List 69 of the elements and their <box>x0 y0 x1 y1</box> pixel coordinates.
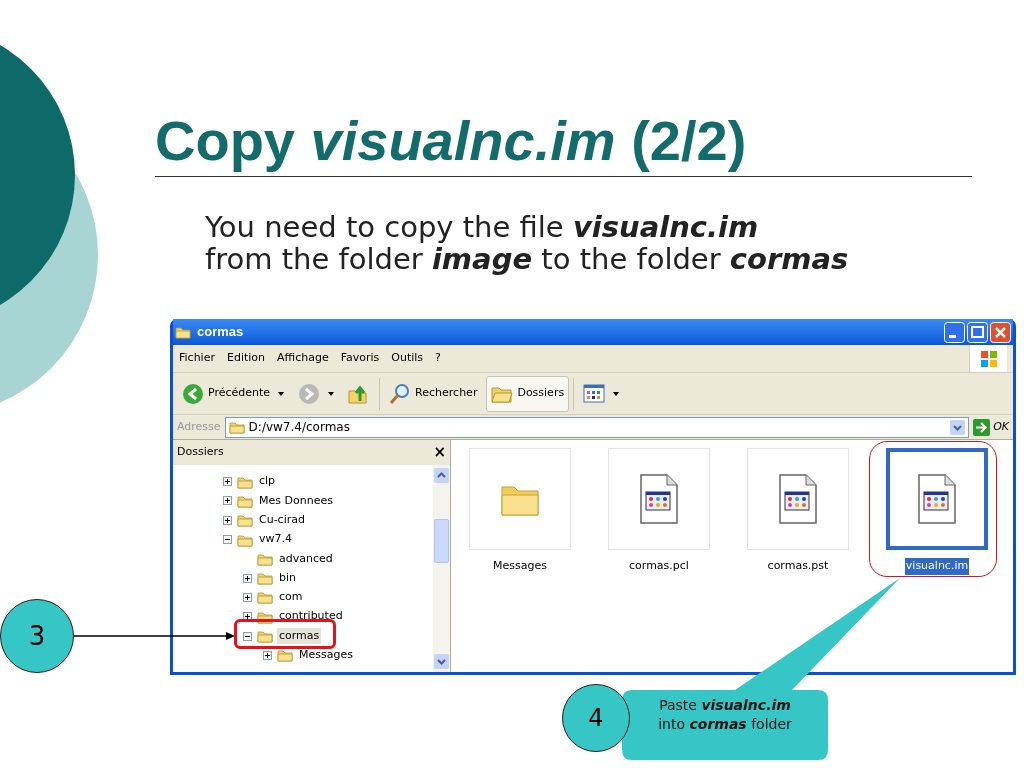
maximize-icon[interactable] <box>967 321 988 343</box>
document-icon <box>778 474 818 524</box>
caret-icon <box>613 391 620 396</box>
tree-item[interactable]: cormas <box>277 627 322 645</box>
expand-icon[interactable] <box>223 515 232 525</box>
expand-icon[interactable] <box>243 612 252 622</box>
scroll-down-icon[interactable] <box>434 654 449 669</box>
file-name[interactable]: visualnc.im <box>904 558 970 575</box>
tree-item[interactable]: Mes Donnees <box>257 492 335 510</box>
tree-item[interactable]: bin <box>277 569 298 587</box>
folder-icon <box>237 512 254 529</box>
folder-icon <box>257 589 274 606</box>
close-pane-button[interactable]: × <box>433 445 446 460</box>
document-icon <box>917 474 957 524</box>
file-name[interactable]: Messages <box>492 558 548 575</box>
tree-item[interactable]: clp <box>257 473 278 490</box>
tree-item[interactable]: Messages <box>297 647 355 664</box>
expand-icon[interactable] <box>243 573 252 583</box>
back-button[interactable]: Précédente <box>177 375 290 412</box>
go-button[interactable]: OK <box>973 418 1009 436</box>
close-icon[interactable] <box>990 321 1011 343</box>
dropdown-icon <box>950 419 966 435</box>
menu-item[interactable]: Affichage <box>277 350 329 367</box>
tree-item[interactable]: Cu-cirad <box>257 512 307 529</box>
document-icon <box>639 474 679 524</box>
file-name[interactable]: cormas.pcl <box>628 558 690 575</box>
expand-icon[interactable] <box>223 477 232 487</box>
instruction-text: You need to copy the file visualnc.im from the folder image to the folder cormas <box>205 211 850 275</box>
file-name[interactable]: cormas.pst <box>766 558 830 575</box>
folder-icon <box>257 570 274 587</box>
address-field[interactable]: D:/vw7.4/cormas <box>224 416 970 438</box>
pane-title: Dossiers <box>177 444 224 461</box>
tree-item[interactable]: contributed <box>277 608 345 625</box>
scroll-up-icon[interactable] <box>434 468 449 483</box>
folder-icon <box>277 647 294 664</box>
folder-icon <box>257 628 274 644</box>
expand-icon[interactable] <box>263 650 272 660</box>
scroll-thumb[interactable] <box>434 519 449 563</box>
folder-icon <box>228 419 245 435</box>
collapse-icon[interactable] <box>223 535 232 545</box>
file-thumbnail[interactable] <box>886 448 988 550</box>
arrow-right-icon <box>973 418 991 436</box>
menu-item[interactable]: ? <box>435 350 441 367</box>
folder-icon <box>175 324 191 340</box>
menu-item[interactable]: Fichier <box>179 350 215 367</box>
expand-icon[interactable] <box>223 496 232 506</box>
step-number: 4 <box>562 684 630 752</box>
collapse-icon[interactable] <box>243 631 252 641</box>
windows-flag-icon <box>979 349 998 368</box>
tree-item[interactable]: vw7.4 <box>257 531 294 548</box>
views-grid-icon <box>583 382 606 405</box>
caret-icon <box>328 391 335 396</box>
menu-item[interactable]: Outils <box>391 350 424 367</box>
menu-item[interactable]: Edition <box>226 350 265 367</box>
callout-text: Paste visualnc.im into cormas folder <box>657 696 793 734</box>
tree-item[interactable]: com <box>277 589 305 606</box>
step-number: 3 <box>0 599 74 673</box>
tree-item[interactable]: advanced <box>277 550 335 568</box>
folders-button[interactable]: Dossiers <box>486 375 570 412</box>
search-icon <box>389 382 412 405</box>
caret-icon <box>278 391 285 396</box>
search-button[interactable]: Rechercher <box>384 375 483 412</box>
slide-title: Copy visualnc.im (2/2) <box>155 108 972 177</box>
expand-icon[interactable] <box>243 592 252 602</box>
minimize-icon[interactable] <box>944 321 965 343</box>
menu-item[interactable]: Favoris <box>340 350 380 367</box>
scrollbar[interactable] <box>433 465 450 672</box>
window-title: cormas <box>197 323 244 342</box>
address-label: Adresse <box>177 418 221 435</box>
